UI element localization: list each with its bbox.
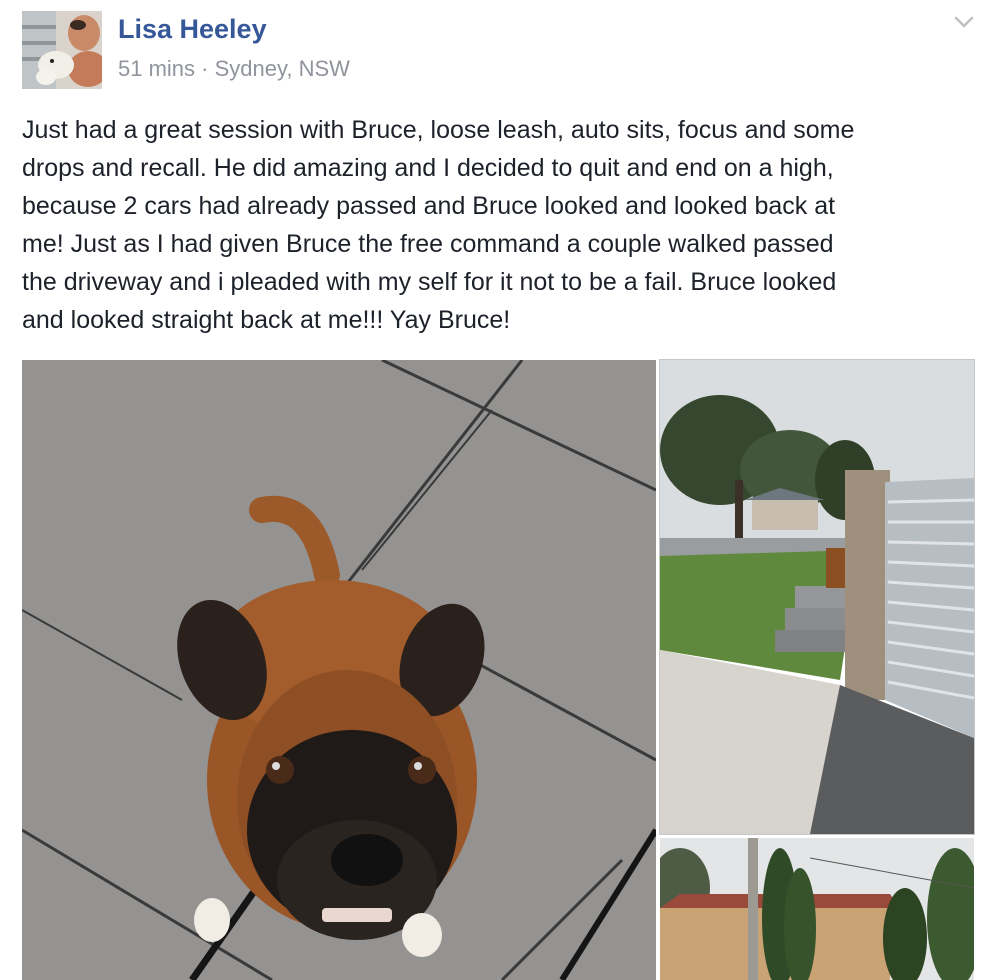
post-text: Just had a great session with Bruce, loo… [22,116,855,334]
avatar[interactable] [22,11,102,89]
photo-dog-closeup[interactable] [22,360,656,980]
post-meta: 51 mins · Sydney, NSW [118,56,350,82]
author-name[interactable]: Lisa Heeley [118,14,267,45]
photo-street-view[interactable] [660,838,974,980]
photo-driveway-gate[interactable] [659,359,975,835]
meta-separator: · [201,56,209,81]
chevron-down-icon[interactable] [950,10,978,34]
post-time[interactable]: 51 mins [118,56,195,81]
post-location[interactable]: Sydney, NSW [215,56,350,81]
